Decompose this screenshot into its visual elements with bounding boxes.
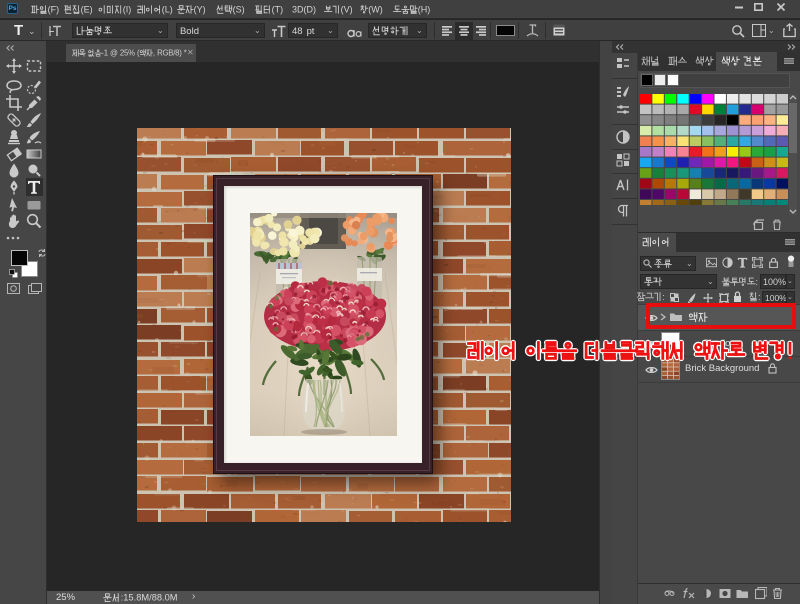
svg-text:1: 1 (104, 48, 108, 57)
svg-text:): ) (203, 4, 206, 14)
svg-text::: : (758, 292, 761, 303)
svg-text:8: 8 (297, 26, 302, 37)
svg-text:): ) (280, 4, 283, 14)
svg-text:): ) (90, 4, 93, 14)
svg-text:@: @ (110, 48, 118, 57)
svg-text:): ) (427, 4, 430, 14)
svg-text:): ) (179, 48, 182, 57)
svg-text:): ) (170, 4, 173, 14)
svg-text::: : (755, 277, 758, 288)
svg-text:): ) (380, 4, 383, 14)
svg-text:M: M (141, 593, 149, 603)
svg-text:,: , (153, 48, 155, 57)
svg-text:): ) (56, 4, 59, 14)
svg-text:): ) (242, 4, 245, 14)
svg-text:d: d (194, 26, 199, 37)
svg-text::: : (662, 292, 665, 303)
svg-text:%: % (128, 48, 135, 57)
svg-text:): ) (128, 4, 131, 14)
svg-text:): ) (313, 4, 316, 14)
svg-text:): ) (350, 4, 353, 14)
svg-text:(: ( (137, 48, 140, 57)
svg-text:M: M (170, 593, 178, 603)
svg-text:t: t (312, 26, 315, 37)
